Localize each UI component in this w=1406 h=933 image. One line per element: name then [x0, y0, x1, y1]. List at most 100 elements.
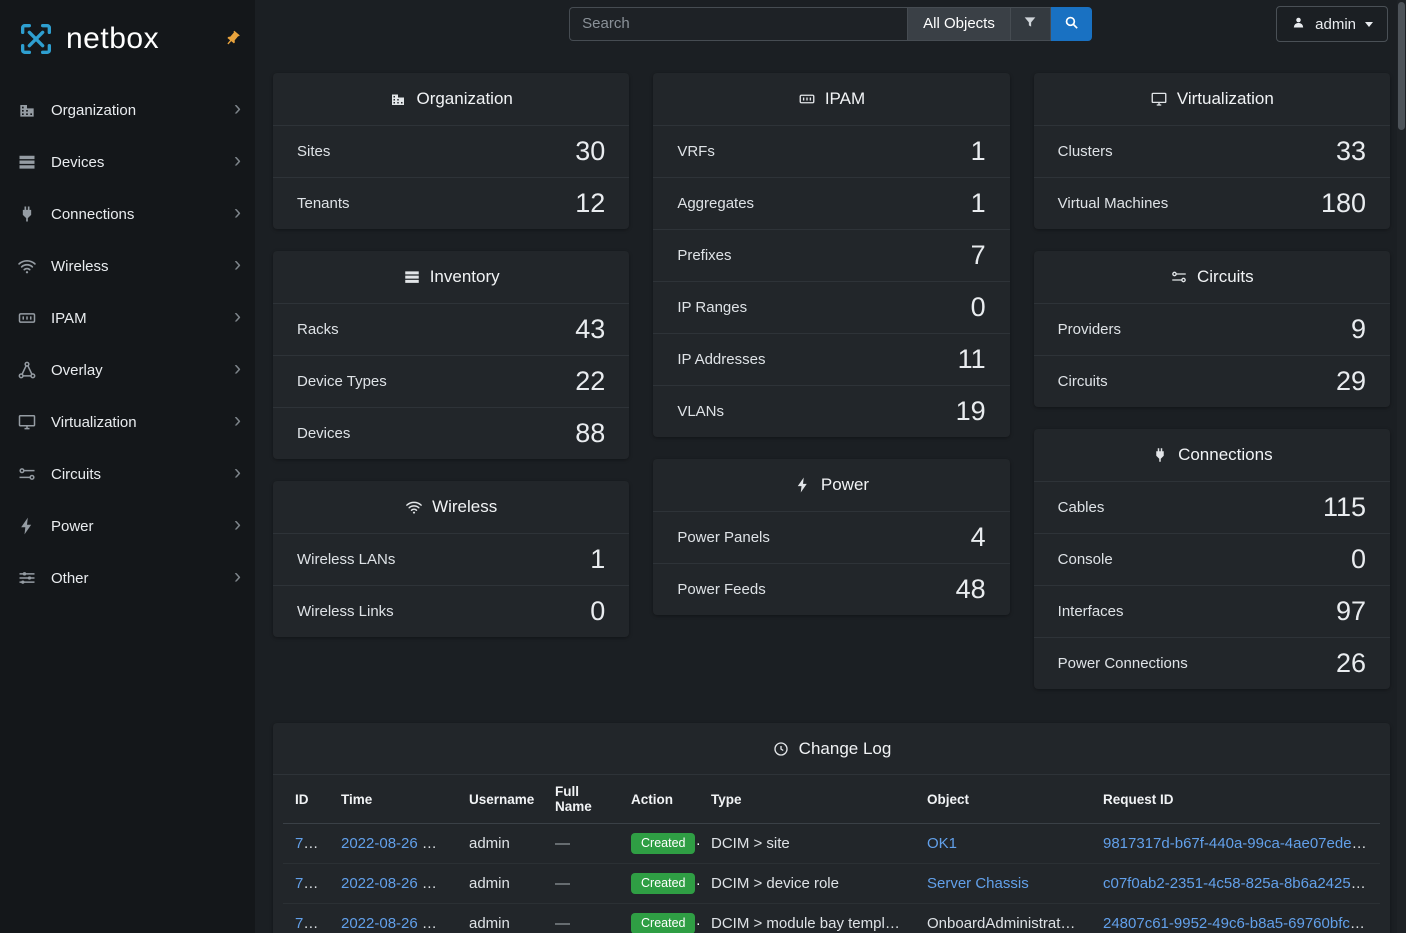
stat-row-aggregates[interactable]: Aggregates 1	[653, 177, 1009, 229]
sidebar-item-other[interactable]: Other ›	[0, 552, 255, 604]
card-power: Power Power Panels 4 Power Feeds 48	[653, 459, 1009, 615]
column-header-type: Type	[699, 775, 915, 824]
bolt-icon	[17, 516, 37, 536]
stat-row-devices[interactable]: Devices 88	[273, 407, 629, 459]
stat-row-vrfs[interactable]: VRFs 1	[653, 125, 1009, 177]
stat-value: 29	[1336, 366, 1366, 397]
changelog-type: DCIM > module bay template	[711, 915, 906, 932]
stat-row-vlans[interactable]: VLANs 19	[653, 385, 1009, 437]
card-inventory: Inventory Racks 43 Device Types 22 Devic…	[273, 251, 629, 459]
sidebar-item-virtualization[interactable]: Virtualization ›	[0, 396, 255, 448]
changelog-request-id-link[interactable]: 24807c61-9952-49c6-b8a5-69760bfcc4b3	[1103, 915, 1380, 932]
sidebar-item-label: Organization	[51, 102, 220, 119]
card-virtualization-header: Virtualization	[1034, 73, 1390, 125]
changelog-fullname: —	[555, 835, 570, 852]
stat-label: Prefixes	[677, 247, 731, 264]
stat-label: Circuits	[1058, 373, 1108, 390]
stat-label: VRFs	[677, 143, 715, 160]
changelog-fullname: —	[555, 875, 570, 892]
stat-row-racks[interactable]: Racks 43	[273, 303, 629, 355]
changelog-username: admin	[469, 915, 510, 932]
changelog-request-id-link[interactable]: c07f0ab2-2351-4c58-825a-8b6a2425a1ab	[1103, 875, 1380, 892]
action-badge: Created	[631, 833, 695, 854]
stat-row-power-connections[interactable]: Power Connections 26	[1034, 637, 1390, 689]
stat-row-ip-addresses[interactable]: IP Addresses 11	[653, 333, 1009, 385]
stat-value: 1	[971, 188, 986, 219]
changelog-object-link[interactable]: Server Chassis	[927, 875, 1029, 892]
search-button[interactable]	[1051, 7, 1092, 41]
brand-name[interactable]: netbox	[66, 22, 159, 56]
user-menu-button[interactable]: admin	[1276, 6, 1388, 42]
stat-row-clusters[interactable]: Clusters 33	[1034, 125, 1390, 177]
sidebar-item-devices[interactable]: Devices ›	[0, 136, 255, 188]
topbar: All Objects admin	[255, 0, 1406, 47]
stat-row-circuits[interactable]: Circuits 29	[1034, 355, 1390, 407]
sidebar-item-power[interactable]: Power ›	[0, 500, 255, 552]
sidebar-item-organization[interactable]: Organization ›	[0, 84, 255, 136]
stat-label: Wireless LANs	[297, 551, 395, 568]
changelog-id-link[interactable]: 755	[295, 835, 320, 852]
history-icon	[772, 740, 790, 758]
filter-button[interactable]	[1011, 7, 1051, 41]
card-inventory-header: Inventory	[273, 251, 629, 303]
table-row: 754 2022-08-26 14:17 admin — Created DCI…	[283, 864, 1380, 904]
stat-value: 26	[1336, 648, 1366, 679]
sidebar-item-ipam[interactable]: IPAM ›	[0, 292, 255, 344]
stat-row-interfaces[interactable]: Interfaces 97	[1034, 585, 1390, 637]
chevron-right-icon: ›	[234, 410, 241, 434]
stat-row-power-panels[interactable]: Power Panels 4	[653, 511, 1009, 563]
counter-icon	[798, 90, 816, 108]
scrollbar[interactable]	[1397, 0, 1406, 933]
changelog-table-wrap: ID Time Username Full Name Action Type O…	[273, 775, 1390, 933]
changelog-table: ID Time Username Full Name Action Type O…	[283, 775, 1380, 933]
stat-label: Interfaces	[1058, 603, 1124, 620]
stat-row-tenants[interactable]: Tenants 12	[273, 177, 629, 229]
chevron-right-icon: ›	[234, 514, 241, 538]
cable-plug-icon	[17, 204, 37, 224]
sidebar-item-label: Devices	[51, 154, 220, 171]
changelog-request-id-link[interactable]: 9817317d-b67f-440a-99ca-4ae07ede94df	[1103, 835, 1380, 852]
netbox-logo-icon[interactable]	[16, 19, 56, 59]
stat-row-cables[interactable]: Cables 115	[1034, 481, 1390, 533]
card-title: IPAM	[825, 89, 865, 109]
scrollbar-thumb[interactable]	[1398, 2, 1405, 130]
sidebar-item-circuits[interactable]: Circuits ›	[0, 448, 255, 500]
stat-row-wireless-links[interactable]: Wireless Links 0	[273, 585, 629, 637]
changelog-object-link[interactable]: OK1	[927, 835, 957, 852]
sidebar-item-label: Connections	[51, 206, 220, 223]
chevron-right-icon: ›	[234, 254, 241, 278]
changelog-time-link[interactable]: 2022-08-26 14:22	[341, 835, 457, 852]
sidebar-item-overlay[interactable]: Overlay ›	[0, 344, 255, 396]
stat-row-wireless-lans[interactable]: Wireless LANs 1	[273, 533, 629, 585]
stat-row-prefixes[interactable]: Prefixes 7	[653, 229, 1009, 281]
transit-icon	[1170, 268, 1188, 286]
changelog-id-link[interactable]: 753	[295, 915, 320, 932]
stat-value: 19	[956, 396, 986, 427]
card-title: Circuits	[1197, 267, 1254, 287]
stat-row-console[interactable]: Console 0	[1034, 533, 1390, 585]
cable-plug-icon	[1151, 446, 1169, 464]
stat-row-virtual-machines[interactable]: Virtual Machines 180	[1034, 177, 1390, 229]
sidebar-item-wireless[interactable]: Wireless ›	[0, 240, 255, 292]
stat-row-power-feeds[interactable]: Power Feeds 48	[653, 563, 1009, 615]
stat-row-ip-ranges[interactable]: IP Ranges 0	[653, 281, 1009, 333]
stat-label: IP Addresses	[677, 351, 765, 368]
changelog-username: admin	[469, 835, 510, 852]
stat-row-device-types[interactable]: Device Types 22	[273, 355, 629, 407]
changelog-time-link[interactable]: 2022-08-26 14:17	[341, 875, 457, 892]
stat-value: 1	[971, 136, 986, 167]
sidebar-nav: Organization › Devices › Connections ›	[0, 78, 255, 604]
stat-row-providers[interactable]: Providers 9	[1034, 303, 1390, 355]
card-organization-header: Organization	[273, 73, 629, 125]
sidebar-item-connections[interactable]: Connections ›	[0, 188, 255, 240]
chevron-right-icon: ›	[234, 98, 241, 122]
pin-sidebar-icon[interactable]	[224, 30, 241, 47]
changelog-id-link[interactable]: 754	[295, 875, 320, 892]
stat-value: 11	[958, 344, 986, 375]
stat-value: 1	[590, 544, 605, 575]
changelog-time-link[interactable]: 2022-08-26 14:15	[341, 915, 457, 932]
search-input[interactable]	[569, 7, 907, 41]
stat-row-sites[interactable]: Sites 30	[273, 125, 629, 177]
monitor-icon	[1150, 90, 1168, 108]
object-type-dropdown[interactable]: All Objects	[907, 7, 1011, 41]
